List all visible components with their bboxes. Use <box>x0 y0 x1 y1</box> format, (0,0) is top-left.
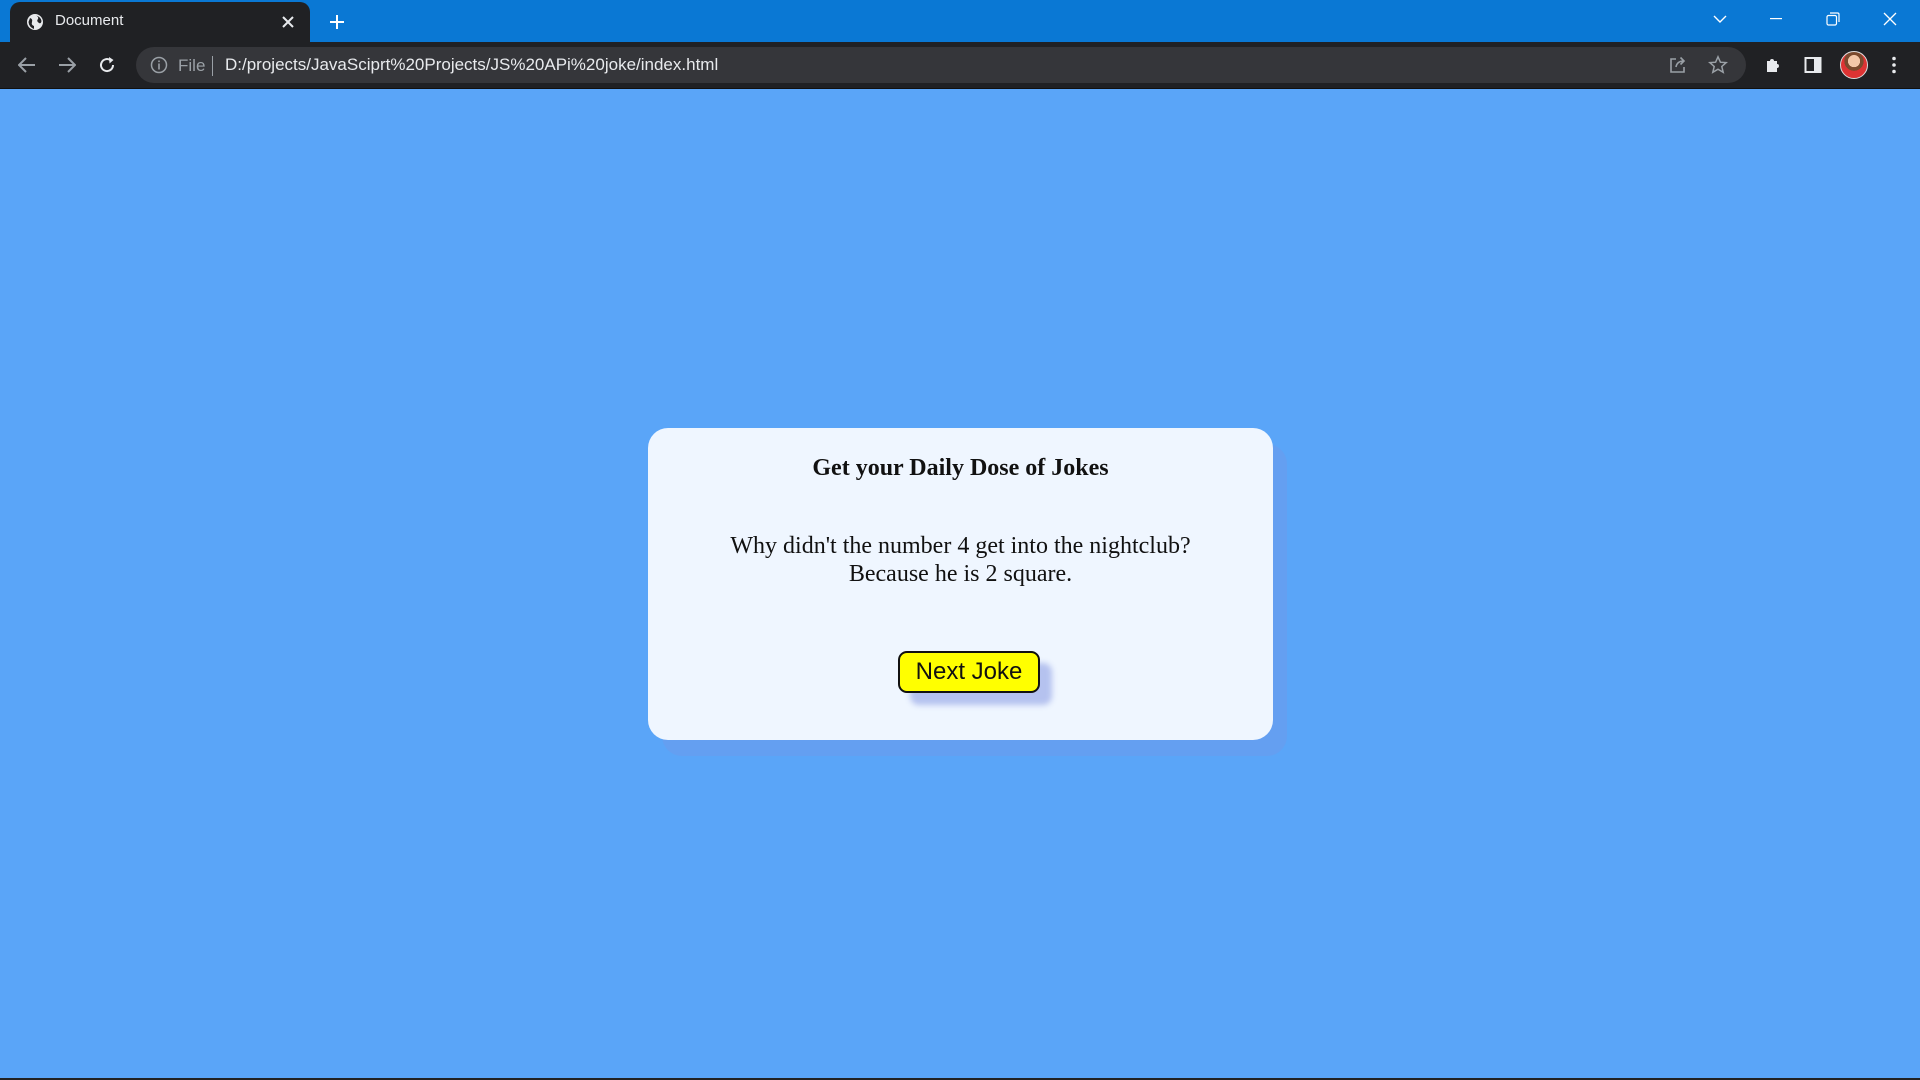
joke-punchline: Because he is 2 square. <box>848 561 1073 587</box>
address-divider <box>212 56 213 76</box>
minimize-icon[interactable] <box>1748 0 1804 38</box>
browser-tab-document[interactable]: Document <box>10 2 310 42</box>
site-info-icon[interactable] <box>150 56 168 74</box>
more-menu-icon[interactable] <box>1878 49 1910 81</box>
next-joke-button[interactable]: Next Joke <box>898 651 1040 693</box>
browser-toolbar: File D:/projects/JavaSciprt%20Projects/J… <box>0 42 1920 89</box>
address-scheme-label: File <box>178 56 206 75</box>
forward-arrow-icon[interactable] <box>51 49 83 81</box>
side-panel-icon[interactable] <box>1797 49 1829 81</box>
globe-icon <box>26 13 44 31</box>
close-tab-icon[interactable] <box>276 10 300 34</box>
share-icon[interactable] <box>1666 53 1690 77</box>
browser-titlebar: Document <box>0 0 1920 42</box>
address-bar[interactable]: File D:/projects/JavaSciprt%20Projects/J… <box>136 47 1746 83</box>
back-arrow-icon[interactable] <box>11 49 43 81</box>
bookmark-star-icon[interactable] <box>1706 53 1730 77</box>
joke-text: Why didn't the number 4 get into the nig… <box>678 532 1243 588</box>
tab-search-chevron-down-icon[interactable] <box>1692 0 1748 38</box>
reload-icon[interactable] <box>91 49 123 81</box>
new-tab-plus-icon[interactable] <box>323 8 351 36</box>
tab-title: Document <box>55 12 124 29</box>
address-url[interactable]: D:/projects/JavaSciprt%20Projects/JS%20A… <box>225 55 718 75</box>
extensions-puzzle-icon[interactable] <box>1757 49 1789 81</box>
joke-setup: Why didn't the number 4 get into the nig… <box>730 533 1191 559</box>
page-title: Get your Daily Dose of Jokes <box>812 455 1109 481</box>
restore-icon[interactable] <box>1805 0 1861 38</box>
profile-avatar[interactable] <box>1840 51 1868 79</box>
close-window-icon[interactable] <box>1862 0 1918 38</box>
joke-card: Get your Daily Dose of Jokes Why didn't … <box>648 428 1273 740</box>
